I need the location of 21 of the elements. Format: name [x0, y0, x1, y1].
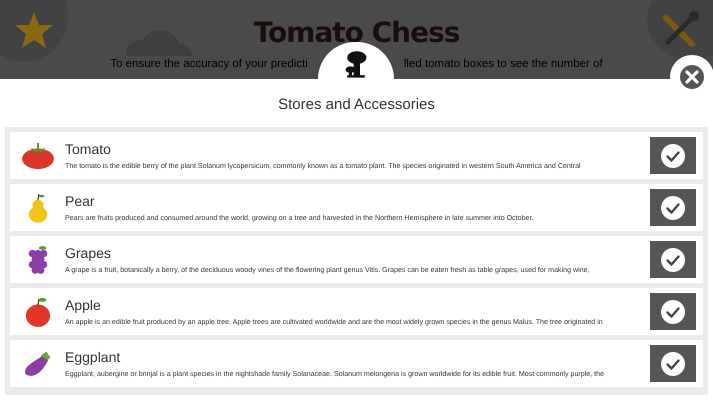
intro-text: lled tomato boxes to see the number of — [404, 58, 603, 70]
dialog-title: Stores and Accessories — [277, 95, 436, 115]
item-name: Eggplant — [65, 349, 122, 365]
item-name: Grapes — [65, 245, 112, 261]
pear-icon — [26, 192, 48, 224]
mushroom-icon — [344, 50, 368, 78]
check-button[interactable] — [650, 345, 696, 382]
check-button[interactable] — [650, 293, 696, 330]
item-name: Tomato — [65, 141, 112, 157]
wrench-screwdriver-icon — [660, 10, 700, 50]
item-name: Pear — [65, 193, 96, 209]
close-icon — [680, 65, 704, 89]
check-button[interactable] — [650, 189, 696, 226]
intro-text: To ensure the accuracy of your predicti — [110, 58, 308, 70]
star-icon — [14, 10, 54, 50]
tomato-icon — [20, 142, 54, 170]
apple-icon — [24, 296, 52, 328]
game-title: Tomato Chess — [254, 16, 460, 49]
check-button[interactable] — [650, 137, 696, 174]
check-button[interactable] — [650, 241, 696, 278]
item-name: Apple — [65, 297, 102, 313]
